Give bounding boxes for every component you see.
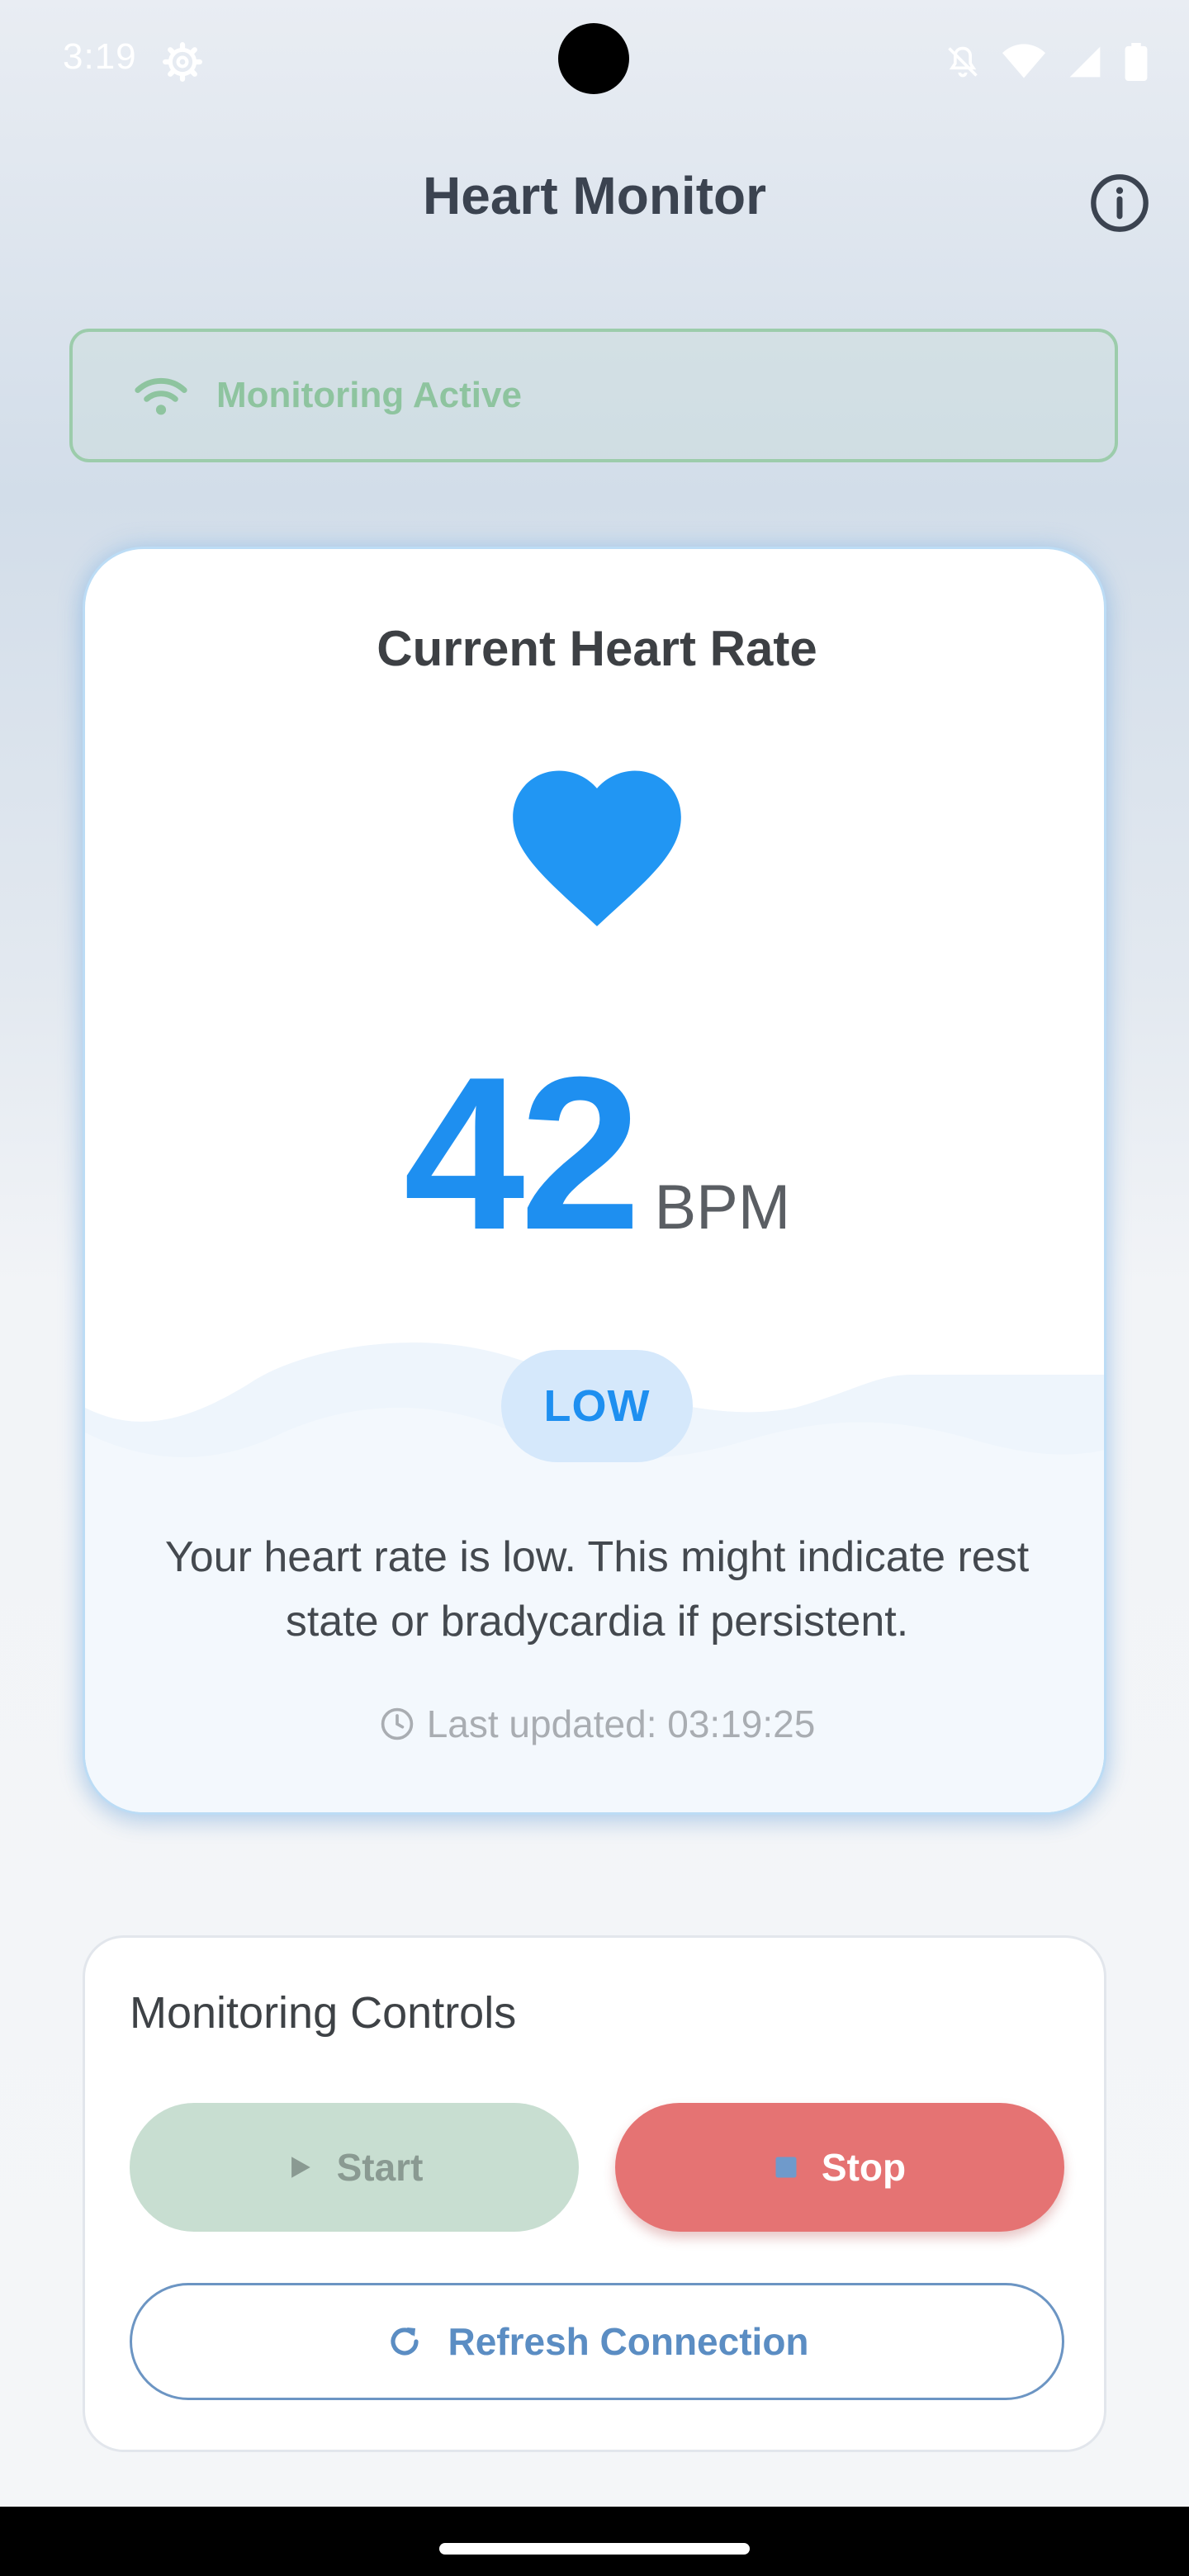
bpm-unit: BPM bbox=[654, 1172, 791, 1243]
signal-icon bbox=[1069, 46, 1101, 78]
last-updated: Last updated: 03:19:25 bbox=[85, 1702, 1104, 1746]
heart-rate-description: Your heart rate is low. This might indic… bbox=[164, 1533, 1030, 1646]
heart-rate-card: Current Heart Rate 42 BPM LOW Your heart … bbox=[83, 547, 1106, 1815]
start-button-label: Start bbox=[336, 2146, 424, 2189]
card-title: Current Heart Rate bbox=[377, 621, 817, 676]
status-bar: 3:19 bbox=[0, 0, 1189, 119]
last-updated-text: Last updated: 03:19:25 bbox=[426, 1702, 816, 1745]
stop-button-label: Stop bbox=[821, 2146, 907, 2189]
gear-icon bbox=[163, 42, 202, 82]
home-gesture-handle[interactable] bbox=[439, 2543, 750, 2555]
refresh-connection-button[interactable]: Refresh Connection bbox=[130, 2283, 1064, 2400]
wifi-icon bbox=[1002, 44, 1045, 78]
monitoring-controls-card: Monitoring Controls Start Stop Refresh C… bbox=[83, 1935, 1106, 2452]
clock-icon bbox=[381, 1707, 413, 1740]
stop-icon bbox=[775, 2157, 797, 2178]
start-button[interactable]: Start bbox=[130, 2103, 579, 2232]
controls-title: Monitoring Controls bbox=[130, 1988, 517, 2038]
monitoring-status-label: Monitoring Active bbox=[216, 375, 522, 415]
refresh-button-label: Refresh Connection bbox=[448, 2320, 809, 2363]
info-icon[interactable] bbox=[1088, 172, 1151, 234]
wifi-icon bbox=[135, 377, 187, 415]
bpm-value: 42 bbox=[403, 1031, 642, 1275]
refresh-icon bbox=[391, 2327, 419, 2356]
page-title: Heart Monitor bbox=[423, 166, 766, 225]
camera-cutout bbox=[558, 23, 629, 94]
battery-icon bbox=[1125, 43, 1148, 81]
monitoring-status-banner: Monitoring Active bbox=[69, 329, 1118, 462]
bell-off-icon bbox=[948, 46, 978, 78]
play-icon bbox=[291, 2157, 310, 2178]
status-badge: LOW bbox=[501, 1350, 693, 1462]
status-time: 3:19 bbox=[63, 36, 137, 77]
heart-icon bbox=[513, 770, 681, 926]
system-nav-bar bbox=[0, 2507, 1189, 2576]
stop-button[interactable]: Stop bbox=[615, 2103, 1064, 2232]
bpm-readout: 42 BPM bbox=[85, 1044, 1104, 1262]
